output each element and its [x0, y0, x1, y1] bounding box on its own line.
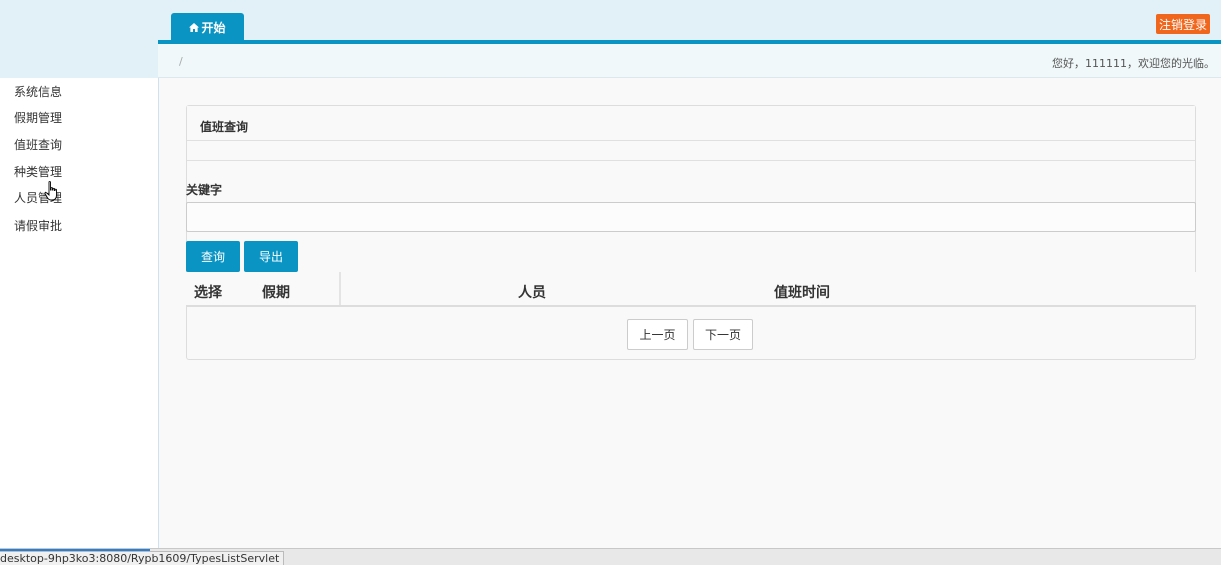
browser-status-bar: desktop-9hp3ko3:8080/Rypb1609/TypesListS… [0, 548, 1221, 565]
export-button[interactable]: 导出 [244, 241, 298, 272]
column-header-select[interactable]: 选择 [194, 282, 222, 302]
table-header: 选择 假期 人员 值班时间 [186, 272, 1196, 307]
panel-header: 值班查询 [187, 106, 1195, 141]
duty-query-panel: 值班查询 [186, 105, 1196, 360]
keyword-label: 关键字 [186, 183, 223, 197]
top-header: 开始 注销登录 [0, 0, 1221, 44]
column-divider [339, 272, 341, 305]
column-header-duty-time[interactable]: 值班时间 [774, 282, 830, 302]
breadcrumb: / 您好，111111，欢迎您的光临。 [158, 44, 1221, 78]
tab-home-label: 开始 [201, 20, 226, 35]
prev-page-button[interactable]: 上一页 [627, 319, 688, 350]
query-button[interactable]: 查询 [186, 241, 240, 272]
panel-divider [187, 146, 1195, 161]
welcome-message: 您好，111111，欢迎您的光临。 [1052, 57, 1215, 70]
panel-title: 值班查询 [200, 120, 249, 134]
column-header-holiday[interactable]: 假期 [262, 282, 290, 302]
hand-cursor-icon [44, 181, 57, 201]
sidebar-item-duty-query[interactable]: 值班查询 [14, 137, 62, 153]
sidebar: 系统信息 假期管理 值班查询 种类管理 人员管理 请假审批 [0, 78, 159, 548]
column-header-staff[interactable]: 人员 [518, 282, 546, 302]
home-icon [189, 22, 200, 32]
next-page-button[interactable]: 下一页 [693, 319, 753, 350]
tab-home[interactable]: 开始 [171, 13, 244, 41]
status-url: desktop-9hp3ko3:8080/Rypb1609/TypesListS… [0, 551, 285, 565]
keyword-input[interactable] [186, 202, 1196, 232]
breadcrumb-separator: / [179, 55, 183, 68]
sidebar-item-holiday-management[interactable]: 假期管理 [14, 110, 62, 126]
logout-button[interactable]: 注销登录 [1156, 14, 1210, 34]
sidebar-item-system-info[interactable]: 系统信息 [14, 84, 62, 100]
sidebar-item-leave-approval[interactable]: 请假审批 [14, 218, 62, 234]
sidebar-header [0, 44, 158, 78]
sidebar-item-type-management[interactable]: 种类管理 [14, 164, 62, 180]
